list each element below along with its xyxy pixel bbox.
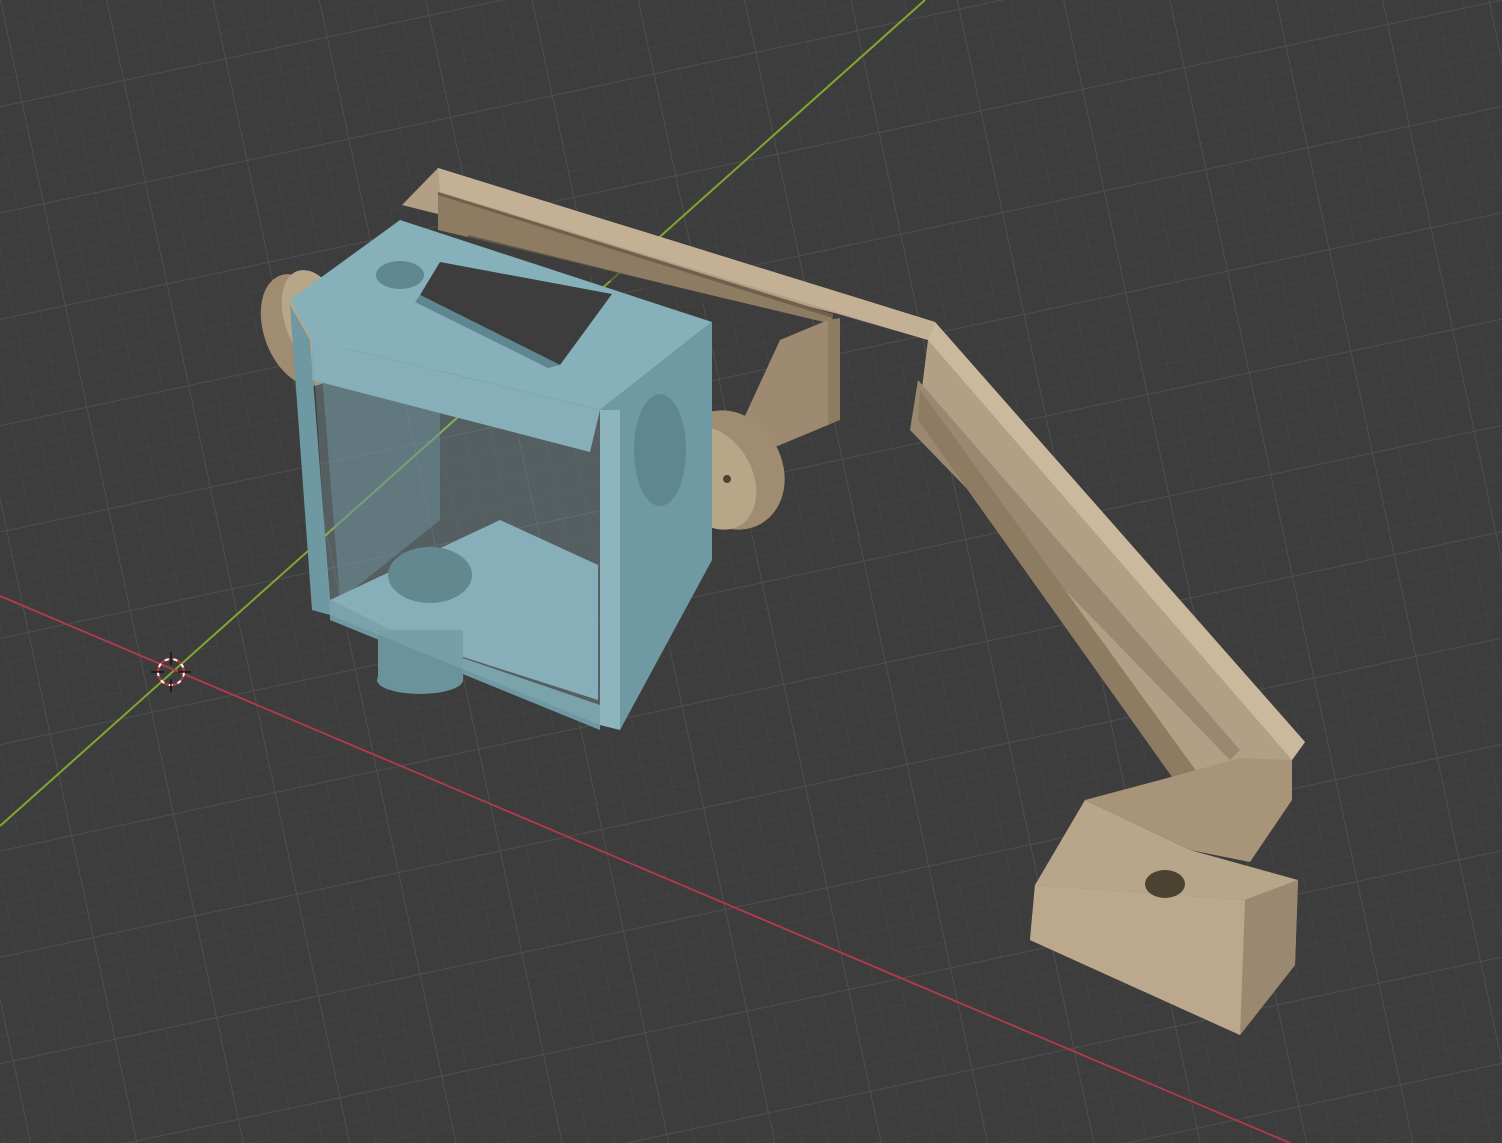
pivot-hole bbox=[723, 475, 731, 483]
bolt-hole bbox=[1145, 870, 1185, 898]
cage-screw-hole bbox=[376, 261, 424, 289]
3d-viewport[interactable] bbox=[0, 0, 1502, 1143]
viewport-canvas[interactable] bbox=[0, 0, 1502, 1143]
